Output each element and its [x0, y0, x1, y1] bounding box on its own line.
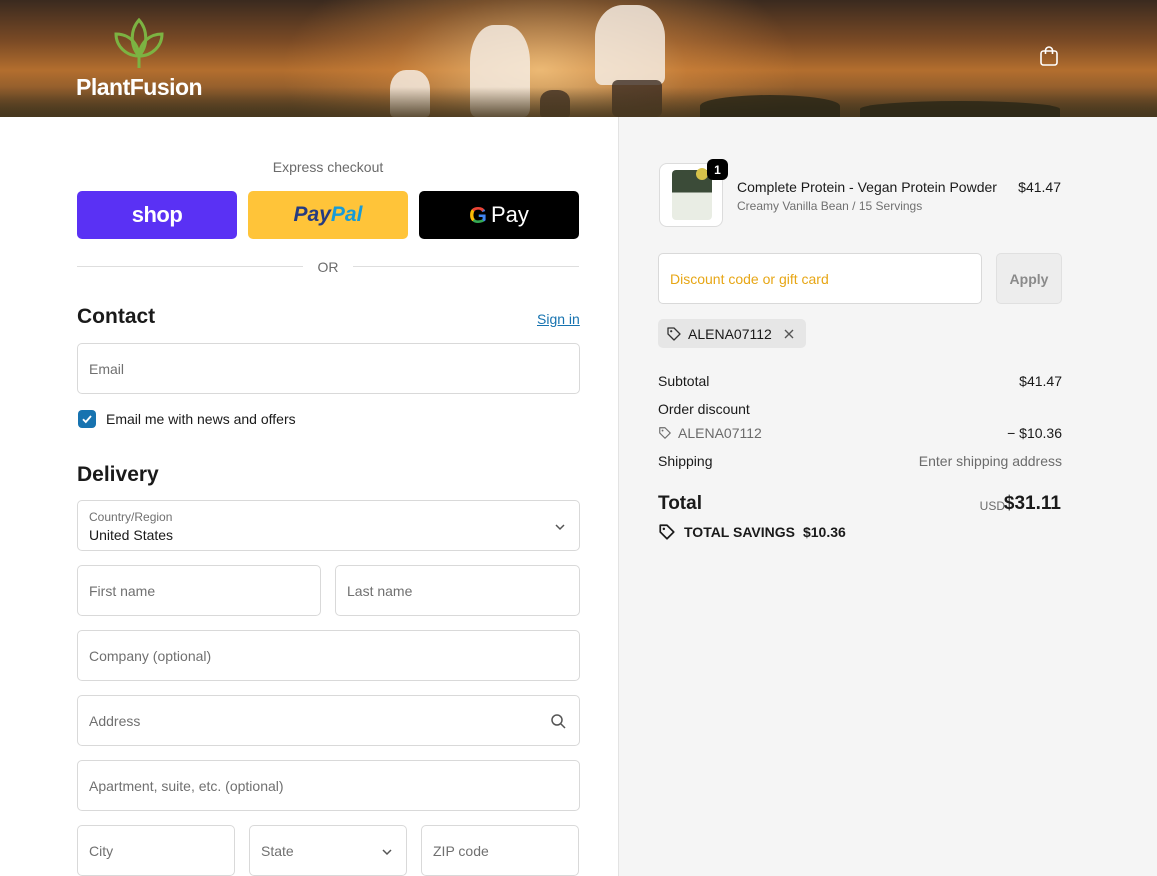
shopping-bag-icon[interactable]: [1037, 44, 1061, 68]
paypal-label-pal: Pal: [330, 203, 363, 226]
savings-value: $10.36: [802, 524, 846, 540]
state-select[interactable]: State: [249, 825, 407, 876]
chevron-down-icon: [555, 524, 565, 531]
country-value: United States: [89, 527, 174, 543]
first-name-field[interactable]: First name: [77, 565, 321, 616]
last-name-field[interactable]: Last name: [335, 565, 580, 616]
address-field[interactable]: Address: [77, 695, 580, 746]
total-savings: TOTAL SAVINGS $10.36: [658, 523, 846, 541]
total-currency: USD: [979, 499, 1005, 513]
or-divider: OR: [77, 257, 579, 277]
google-pay-button[interactable]: G Pay: [419, 191, 579, 239]
shipping-label: Shipping: [658, 453, 713, 469]
city-field[interactable]: City: [77, 825, 235, 876]
delivery-heading: Delivery: [77, 463, 159, 486]
total-label: Total: [658, 493, 702, 514]
product-price: $41.47: [1018, 179, 1061, 195]
checkout-form-panel: Express checkout shop Pay Pal G Pay OR Co…: [0, 117, 618, 876]
city-placeholder: City: [89, 843, 114, 859]
banner-figure-adult: [595, 5, 665, 85]
tag-icon: [659, 427, 671, 439]
banner-trees: [700, 95, 840, 117]
discount-code-input[interactable]: Discount code or gift card: [658, 253, 982, 304]
address-placeholder: Address: [89, 713, 141, 729]
applied-code-text: ALENA07112: [688, 325, 772, 342]
product-name: Complete Protein - Vegan Protein Powder: [737, 179, 997, 195]
email-field[interactable]: Email: [77, 343, 580, 394]
order-discount-label: Order discount: [658, 401, 750, 417]
last-name-placeholder: Last name: [347, 583, 413, 599]
sign-in-link[interactable]: Sign in: [537, 311, 580, 327]
apartment-field[interactable]: Apartment, suite, etc. (optional): [77, 760, 580, 811]
state-placeholder: State: [261, 843, 294, 859]
apply-discount-button[interactable]: Apply: [996, 253, 1062, 304]
search-icon[interactable]: [550, 713, 566, 729]
shop-pay-button[interactable]: shop: [77, 191, 237, 239]
discount-code-text: ALENA07112: [678, 425, 762, 441]
paypal-button[interactable]: Pay Pal: [248, 191, 408, 239]
brand-logo[interactable]: PlantFusion: [76, 16, 216, 100]
subtotal-label: Subtotal: [658, 373, 710, 389]
subtotal-value: $41.47: [1019, 373, 1062, 389]
contact-heading: Contact: [77, 305, 156, 328]
shop-pay-label: shop: [131, 202, 183, 227]
country-select[interactable]: Country/Region United States: [77, 500, 580, 551]
country-label: Country/Region: [89, 510, 173, 524]
close-icon[interactable]: [782, 327, 796, 341]
paypal-label-pay: Pay: [293, 203, 331, 226]
zip-field[interactable]: ZIP code: [421, 825, 579, 876]
product-variant: Creamy Vanilla Bean / 15 Servings: [737, 199, 923, 213]
email-placeholder: Email: [89, 361, 125, 377]
newsletter-checkbox[interactable]: [78, 410, 96, 428]
savings-label: TOTAL SAVINGS: [684, 524, 795, 540]
company-field[interactable]: Company (optional): [77, 630, 580, 681]
header-banner: PlantFusion: [0, 0, 1157, 117]
brand-name: PlantFusion: [76, 74, 203, 100]
leaf-logo-icon: [114, 17, 164, 68]
banner-trees: [860, 101, 1060, 117]
total-value: $31.11: [1003, 493, 1061, 514]
quantity-badge: 1: [707, 159, 728, 180]
or-text: OR: [317, 259, 339, 275]
savings-tag-icon: [659, 524, 675, 540]
tag-icon: [667, 326, 681, 341]
checkmark-icon: [82, 415, 92, 424]
order-summary-panel: 1 Complete Protein - Vegan Protein Powde…: [618, 117, 1157, 876]
applied-discount-chip: ALENA07112: [658, 319, 806, 348]
order-discount-row: Order discount: [658, 401, 1062, 417]
chevron-down-icon: [382, 849, 392, 856]
divider-line: [353, 266, 579, 267]
newsletter-label: Email me with news and offers: [106, 411, 296, 427]
apartment-placeholder: Apartment, suite, etc. (optional): [89, 778, 284, 794]
discount-placeholder: Discount code or gift card: [670, 271, 829, 287]
zip-placeholder: ZIP code: [433, 843, 489, 859]
company-placeholder: Company (optional): [89, 648, 212, 664]
discount-code-row: ALENA07112 − $10.36: [658, 425, 1062, 443]
discount-value: − $10.36: [1007, 425, 1062, 441]
google-pay-label: Pay: [490, 202, 529, 227]
express-checkout-title: Express checkout: [272, 159, 384, 175]
shipping-value: Enter shipping address: [918, 453, 1062, 469]
google-g-icon: G: [469, 201, 487, 228]
shipping-row: Shipping Enter shipping address: [658, 453, 1062, 469]
first-name-placeholder: First name: [89, 583, 156, 599]
subtotal-row: Subtotal $41.47: [658, 373, 1062, 389]
